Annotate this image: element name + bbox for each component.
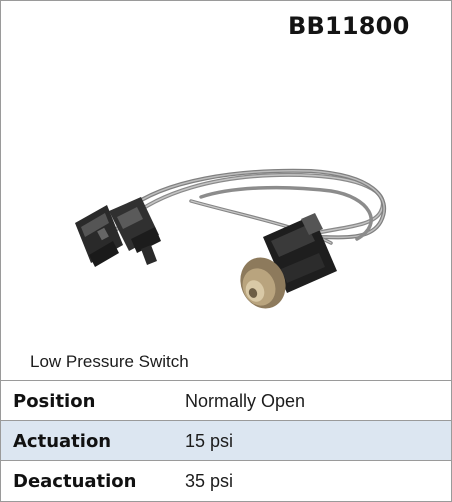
spec-row-deactuation: Deactuation 35 psi: [1, 460, 451, 502]
spec-value: 35 psi: [185, 471, 234, 491]
spec-table: Position Normally Open Actuation 15 psi …: [1, 380, 451, 502]
spec-row-position: Position Normally Open: [1, 380, 451, 420]
part-number: BB11800: [288, 12, 410, 40]
spec-row-actuation: Actuation 15 psi: [1, 420, 451, 460]
spec-label: Actuation: [13, 431, 112, 452]
spec-label: Deactuation: [13, 471, 137, 492]
product-card: BB11800 Low Pressure Switch Position Nor…: [0, 0, 452, 502]
spec-label: Position: [13, 391, 96, 412]
spec-value: Normally Open: [185, 391, 306, 411]
spec-value: 15 psi: [185, 431, 234, 451]
product-caption: Low Pressure Switch: [30, 352, 189, 371]
product-photo: [75, 168, 387, 309]
pressure-switch-icon: [240, 213, 337, 309]
